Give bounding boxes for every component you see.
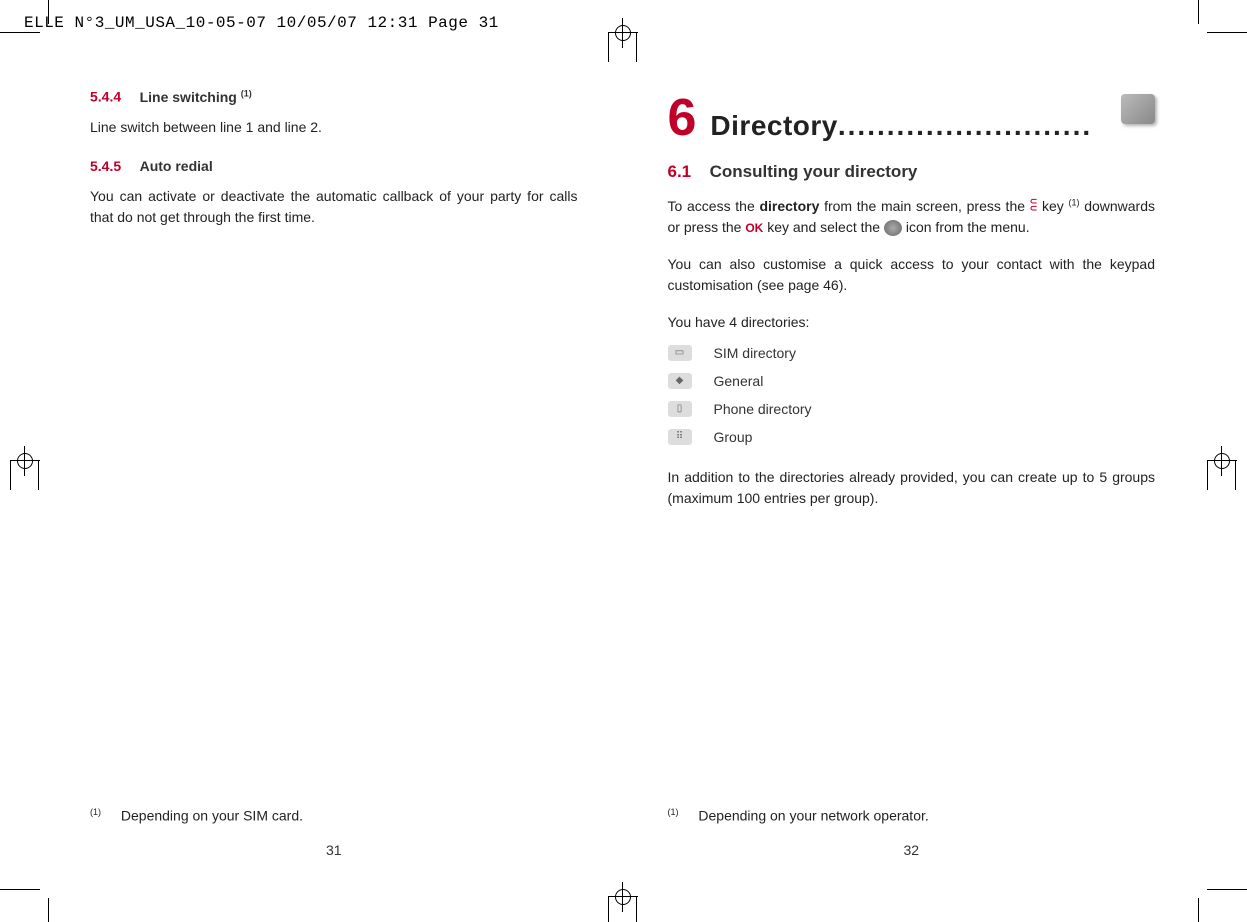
footnote-ref: (1)	[1068, 197, 1079, 207]
footnote-text: Depending on your network operator.	[698, 808, 928, 824]
page-number: 31	[90, 842, 578, 858]
registration-target-icon	[608, 18, 638, 48]
body-paragraph: You have 4 directories:	[668, 312, 1156, 333]
menu-directory-icon	[884, 220, 902, 236]
crop-mark	[0, 889, 40, 890]
footnote-text: Depending on your SIM card.	[121, 808, 303, 824]
chapter-title-text: Directory	[710, 110, 837, 141]
text-run: key	[1037, 198, 1068, 214]
crop-mark	[1207, 32, 1247, 33]
crop-mark	[48, 898, 49, 922]
section-heading: 5.4.4 Line switching (1)	[90, 88, 578, 107]
section-title-text: Line switching	[140, 89, 237, 105]
directory-list: ▭ SIM directory ◆ General ▯ Phone direct…	[668, 345, 1156, 457]
group-directory-icon: ⠿	[668, 429, 692, 445]
sim-directory-icon: ▭	[668, 345, 692, 361]
phone-directory-icon: ▯	[668, 401, 692, 417]
section-number: 5.4.4	[90, 89, 121, 105]
chapter-leader-dots: ..........................	[838, 110, 1092, 141]
text-run: from the main screen, press the	[819, 198, 1029, 214]
ok-key-label: OK	[745, 221, 763, 235]
section-heading: 6.1 Consulting your directory	[668, 162, 1156, 182]
body-paragraph: Line switch between line 1 and line 2.	[90, 117, 578, 138]
chapter-number: 6	[668, 88, 697, 148]
section-title: Consulting your directory	[710, 162, 918, 181]
crop-mark	[1198, 898, 1199, 922]
text-bold: directory	[759, 198, 819, 214]
section-title: Line switching (1)	[140, 89, 252, 105]
section-title: Auto redial	[140, 158, 213, 174]
footnote: (1) Depending on your SIM card.	[90, 807, 303, 824]
list-item: ▭ SIM directory	[668, 345, 1156, 361]
section-heading: 5.4.5 Auto redial	[90, 158, 578, 176]
list-item: ▯ Phone directory	[668, 401, 1156, 417]
list-item: ◆ General	[668, 373, 1156, 389]
list-item-label: SIM directory	[714, 345, 796, 361]
registration-target-icon	[1207, 446, 1237, 476]
crop-mark	[0, 32, 40, 33]
page-left: 5.4.4 Line switching (1) Line switch bet…	[90, 88, 578, 858]
body-paragraph: You can activate or deactivate the autom…	[90, 186, 578, 228]
page-number: 32	[668, 842, 1156, 858]
body-paragraph: You can also customise a quick access to…	[668, 254, 1156, 296]
footnote-ref: (1)	[241, 88, 252, 98]
text-run: To access the	[668, 198, 760, 214]
list-item-label: General	[714, 373, 764, 389]
crop-mark	[1207, 889, 1247, 890]
text-run: key and select the	[763, 219, 884, 235]
list-item-label: Group	[714, 429, 753, 445]
registration-target-icon	[10, 446, 40, 476]
body-paragraph: In addition to the directories already p…	[668, 467, 1156, 509]
page-right: 6 Directory.......................... 6.…	[668, 88, 1156, 858]
registration-target-icon	[608, 882, 638, 912]
text-run: icon from the menu.	[902, 219, 1030, 235]
spread-content: 5.4.4 Line switching (1) Line switch bet…	[90, 88, 1155, 858]
section-number: 5.4.5	[90, 158, 121, 174]
body-paragraph: To access the directory from the main sc…	[668, 196, 1156, 238]
section-number: 6.1	[668, 162, 692, 181]
chapter-title: Directory..........................	[710, 110, 1092, 142]
crop-mark	[1198, 0, 1199, 24]
general-directory-icon: ◆	[668, 373, 692, 389]
footnote-marker: (1)	[90, 807, 101, 817]
directory-icon	[1121, 94, 1155, 124]
footnote: (1) Depending on your network operator.	[668, 807, 929, 824]
footnote-marker: (1)	[668, 807, 679, 817]
chapter-heading: 6 Directory..........................	[668, 88, 1156, 148]
list-item-label: Phone directory	[714, 401, 812, 417]
list-item: ⠿ Group	[668, 429, 1156, 445]
prepress-slug: ELLE N°3_UM_USA_10-05-07 10/05/07 12:31 …	[24, 14, 499, 32]
